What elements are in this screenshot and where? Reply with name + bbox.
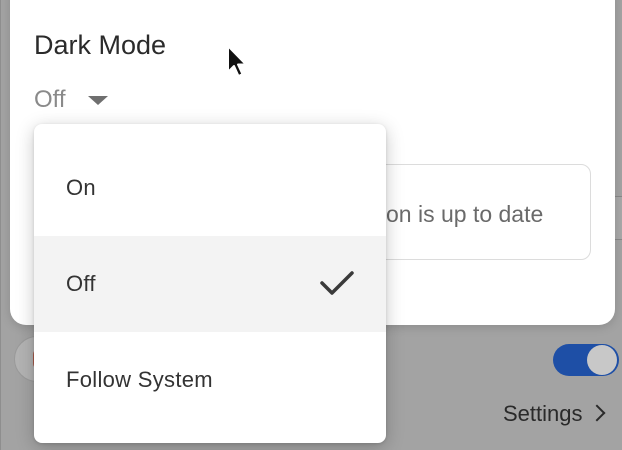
update-status-text: on is up to date <box>386 201 544 227</box>
menu-item-label: Follow System <box>66 367 213 392</box>
check-icon <box>320 271 354 295</box>
dark-mode-menu: On Off Follow System <box>34 124 386 443</box>
toggle-knob <box>587 345 617 375</box>
mouse-cursor-icon <box>227 45 247 77</box>
background-toggle[interactable] <box>553 344 619 376</box>
menu-item-follow-system[interactable]: Follow System <box>34 332 386 428</box>
dark-mode-select-value: Off <box>34 86 66 113</box>
dark-mode-label: Dark Mode <box>34 30 167 60</box>
menu-item-label: On <box>66 175 96 200</box>
settings-link-label: Settings <box>503 401 583 426</box>
menu-item-on[interactable]: On <box>34 140 386 236</box>
dark-mode-select[interactable]: Off <box>34 84 108 116</box>
caret-down-icon <box>87 95 108 105</box>
chevron-right-icon <box>588 404 605 422</box>
menu-item-off[interactable]: Off <box>34 236 386 332</box>
screen: Settings Dark Mode Off on is up to date … <box>0 0 622 450</box>
background-panel-edge <box>614 196 622 240</box>
menu-item-label: Off <box>66 271 96 296</box>
settings-link[interactable]: Settings <box>503 401 605 427</box>
background-divider <box>0 0 1 450</box>
